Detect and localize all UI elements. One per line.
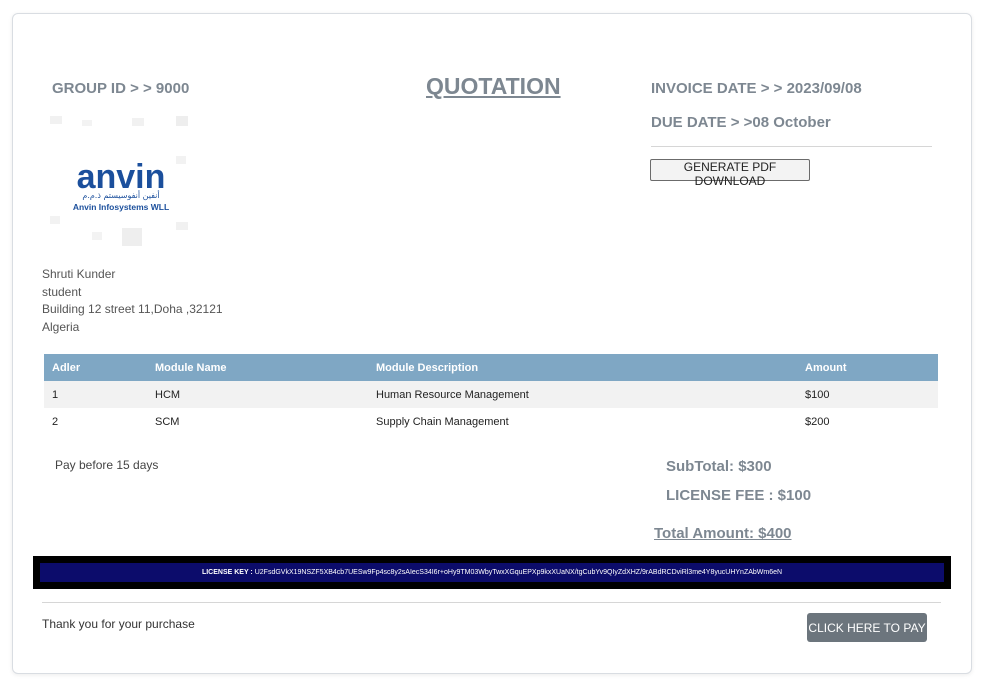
logo-company: Anvin Infosystems WLL [73, 202, 169, 212]
table-row: 2 SCM Supply Chain Management $200 [44, 408, 938, 435]
cell-module-description: Human Resource Management [368, 381, 797, 408]
cell-amount: $200 [805, 415, 830, 428]
customer-country: Algeria [42, 319, 80, 334]
cell-module-name: HCM [147, 381, 368, 408]
total-amount: Total Amount: $400 [654, 525, 792, 542]
cell-module-name: SCM [155, 415, 180, 428]
invoice-date: INVOICE DATE > > 2023/09/08 [651, 80, 862, 97]
table-row: 1 HCM Human Resource Management $100 [44, 381, 938, 408]
thank-you-message: Thank you for your purchase [42, 617, 195, 631]
license-key-label: LICENSE KEY : [201, 569, 253, 576]
col-header-module-name: Module Name [147, 354, 368, 381]
footer-divider [42, 602, 941, 603]
group-id: GROUP ID > > 9000 [52, 80, 190, 97]
license-fee: LICENSE FEE : $100 [666, 487, 812, 504]
generate-pdf-button[interactable]: GENERATE PDF DOWNLOAD [650, 159, 810, 188]
customer-name: Shruti Kunder [42, 267, 116, 281]
table-header-row: Adler Module Name Module Description Amo… [44, 354, 938, 381]
license-key-value: U2FsdGVkX19NSZF5XB4cb7UESw9Fp4sc8y2sAIec… [254, 569, 783, 576]
customer-address: Building 12 street 11,Doha ,32121 [42, 302, 223, 316]
col-header-amount: Amount [797, 354, 938, 381]
page-title: QUOTATION [426, 73, 561, 99]
due-date: DUE DATE > >08 October [651, 114, 831, 131]
cell-adler: 2 [52, 415, 59, 428]
modules-table: Adler Module Name Module Description Amo… [44, 354, 938, 435]
logo-arabic: أنفين أنفوسيستم ذ.م.م [82, 190, 159, 200]
cell-adler: 1 [44, 381, 147, 408]
header-divider [651, 146, 932, 147]
col-header-adler: Adler [44, 354, 147, 381]
license-key-box: LICENSE KEY : U2FsdGVkX19NSZF5XB4cb7UESw… [40, 563, 944, 582]
company-logo: anvin أنفين أنفوسيستم ذ.م.م Anvin Infosy… [46, 112, 196, 252]
license-key-bar: LICENSE KEY : U2FsdGVkX19NSZF5XB4cb7UESw… [33, 556, 951, 589]
col-header-module-description: Module Description [368, 354, 797, 381]
subtotal: SubTotal: $300 [666, 458, 772, 475]
payment-terms: Pay before 15 days [55, 458, 159, 472]
cell-amount: $100 [797, 381, 938, 408]
pay-button[interactable]: CLICK HERE TO PAY [807, 613, 927, 642]
customer-role: student [42, 284, 82, 299]
cell-module-description: Supply Chain Management [376, 415, 509, 428]
